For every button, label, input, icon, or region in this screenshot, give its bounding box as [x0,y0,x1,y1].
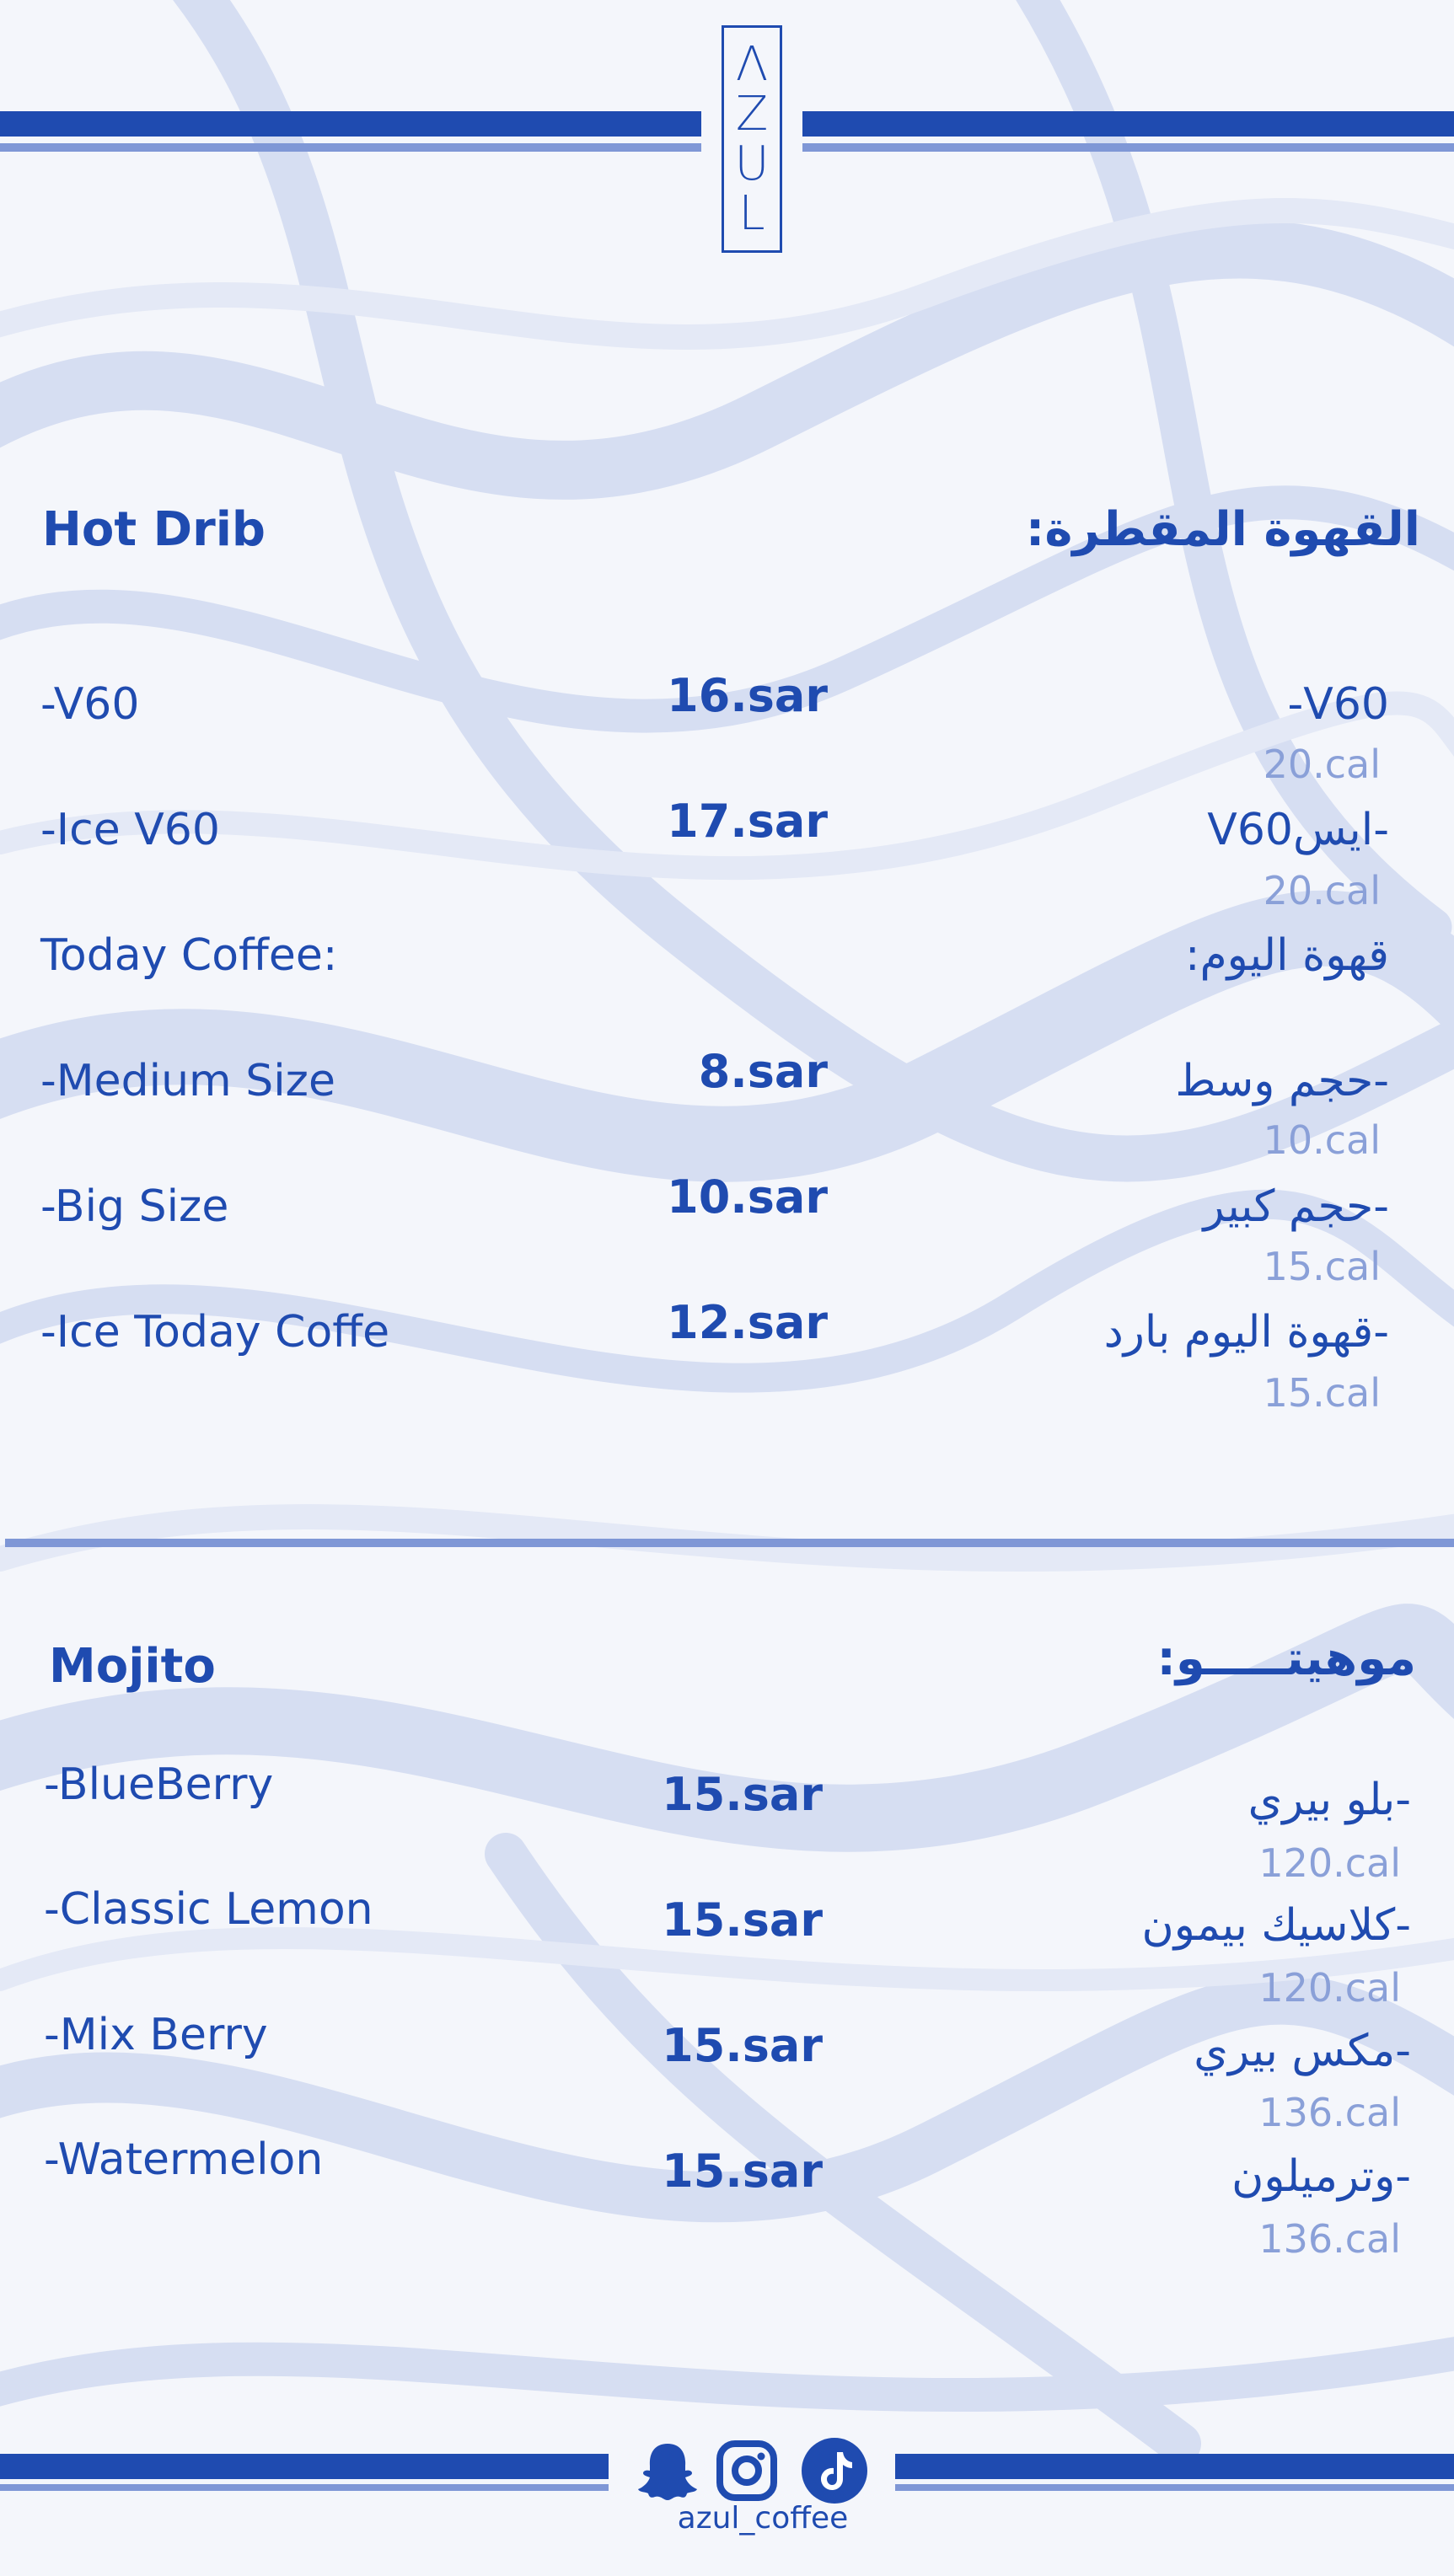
menu-item-en: -V60 [40,679,140,730]
menu-item-ar: V60- [1287,679,1389,730]
tiktok-icon[interactable] [799,2435,870,2506]
footer-bar-left-accent [0,2484,609,2491]
snapchat-icon[interactable] [634,2437,701,2504]
menu-item-price: 12.sar [667,1296,828,1349]
footer-bar-right-accent [895,2484,1454,2491]
azul-logo: Λ Z U L [722,25,782,253]
section-divider [5,1539,1454,1547]
menu-item-ar: -قهوة اليوم بارد [1103,1307,1389,1358]
header-bar-left-accent [0,143,701,152]
menu-item-price: 15.sar [662,2019,823,2072]
menu-item-en: -Ice V60 [40,805,220,855]
logo-letter: Z [735,86,769,142]
menu-item-price: 15.sar [662,2145,823,2198]
menu-item-en: -Classic Lemon [44,1884,373,1935]
menu-item-calories: 120.cal [1258,1965,1401,2011]
header-bar-right-accent [802,143,1454,152]
menu-item-en: -Watermelon [44,2134,324,2185]
menu-item-price: 15.sar [662,1768,823,1821]
menu-item-calories: 15.cal [1263,1370,1381,1416]
menu-item-price: 17.sar [667,795,828,848]
logo-letter: U [734,136,770,191]
logo-letter: L [738,185,765,241]
menu-item-calories: 136.cal [1258,2216,1401,2262]
menu-item-ar: -مكس بيري [1194,2026,1411,2076]
menu-item-en: -Medium Size [40,1056,335,1106]
footer-bar-right [895,2454,1454,2479]
header-bar-left [0,111,701,137]
hot-drip-title-en: Hot Drib [42,502,266,557]
menu-item-calories: 136.cal [1258,2090,1401,2135]
instagram-icon[interactable] [713,2437,781,2504]
mojito-title-ar: موهيتـــــو: [1156,1631,1416,1686]
footer-bar-left [0,2454,609,2479]
menu-item-en: -Big Size [40,1181,229,1232]
menu-item-en: -BlueBerry [44,1759,274,1810]
menu-item-price: 8.sar [698,1045,828,1098]
menu-item-ar: -حجم كبير [1203,1181,1389,1232]
menu-item-en: -Mix Berry [44,2010,268,2060]
social-handle[interactable]: azul_coffee [641,2501,885,2536]
menu-item-calories: 20.cal [1263,742,1381,787]
menu-item-price: 15.sar [662,1893,823,1947]
menu-item-calories: 10.cal [1263,1117,1381,1163]
mojito-title-en: Mojito [49,1639,216,1694]
menu-item-calories: 120.cal [1258,1840,1401,1886]
menu-item-price: 10.sar [667,1170,828,1224]
menu-item-ar: -حجم وسط [1175,1056,1389,1106]
menu-item-ar: -وترميلون [1231,2151,1411,2202]
menu-item-ar: -ايسV60 [1207,805,1389,855]
menu-item-calories: 20.cal [1263,868,1381,913]
menu-item-calories: 15.cal [1263,1244,1381,1289]
header-bar-right [802,111,1454,137]
menu-subheading-ar: قهوة اليوم: [1184,930,1389,981]
menu-item-price: 16.sar [667,669,828,722]
logo-letter: Λ [735,36,769,92]
menu-subheading-en: Today Coffee: [40,930,338,981]
hot-drip-title-ar: القهوة المقطرة: [1025,502,1420,557]
menu-item-ar: -كلاسيك بيمون [1141,1900,1411,1951]
menu-item-en: -Ice Today Coffe [40,1307,390,1358]
menu-item-ar: -بلو بيري [1247,1775,1411,1825]
